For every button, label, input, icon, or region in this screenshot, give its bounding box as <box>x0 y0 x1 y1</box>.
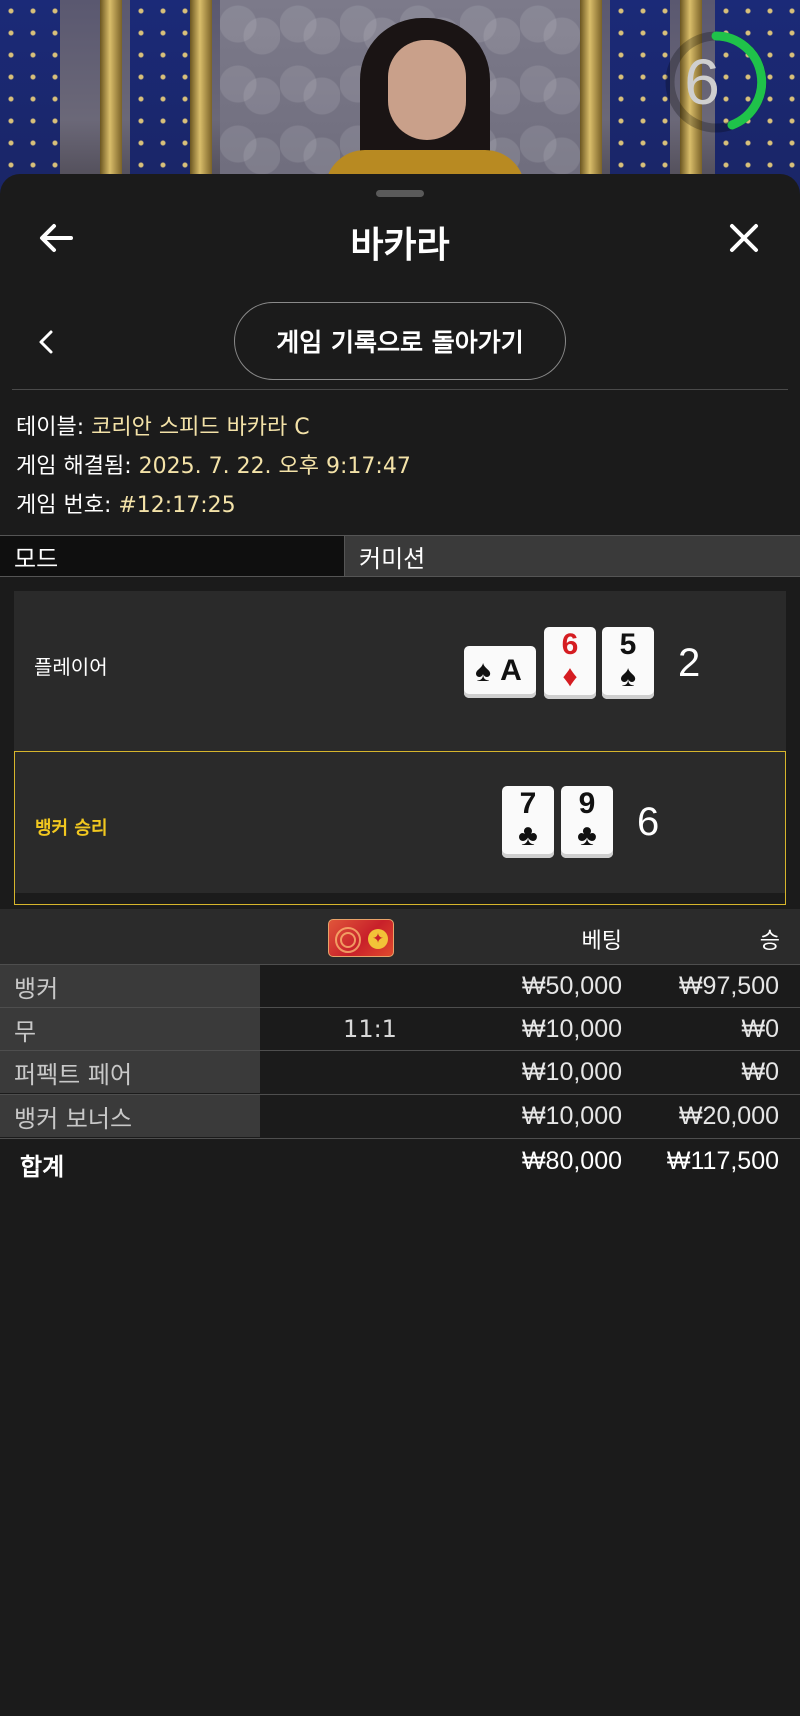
countdown-value: 6 <box>684 46 720 118</box>
gold-pillar <box>190 0 212 200</box>
back-to-history-button[interactable]: 게임 기록으로 돌아가기 <box>234 302 566 380</box>
table-value: 코리안 스피드 바카라 C <box>91 415 310 440</box>
playing-card: 9 ♣ <box>561 786 613 858</box>
table-label: 테이블: <box>16 415 85 440</box>
table-row: 무 11:1 ₩10,000 ₩0 <box>0 1007 800 1050</box>
badge-pattern <box>340 932 356 948</box>
round-result: 플레이어 ♠ A 6 ♦ 5 ♠ 2 뱅커 승리 7 ♣ 9 ♣ 6 <box>14 591 786 905</box>
bet-odds <box>300 1051 440 1093</box>
total-bet-amount: ₩80,000 <box>521 1146 622 1175</box>
dealer-face <box>388 40 466 140</box>
game-number-label: 게임 번호: <box>16 493 112 518</box>
banker-total: 6 <box>637 800 660 844</box>
bet-amount: ₩50,000 <box>521 971 622 1000</box>
bet-odds <box>300 1095 440 1137</box>
win-amount: ₩20,000 <box>678 1101 779 1130</box>
win-amount: ₩97,500 <box>678 971 779 1000</box>
blue-wall-panel <box>0 0 60 200</box>
bet-name: 퍼펙트 페어 <box>0 1051 260 1093</box>
banker-hand: 뱅커 승리 7 ♣ 9 ♣ 6 <box>14 751 786 905</box>
red-envelope-bonus-icon: ✦ <box>328 919 394 957</box>
gold-pillar <box>580 0 602 200</box>
win-column-header: 승 <box>759 929 780 954</box>
game-number-value: #12:17:25 <box>118 493 236 518</box>
bet-name: 뱅커 <box>0 965 260 1007</box>
card-rank: 7 <box>519 787 537 820</box>
close-icon <box>730 224 758 252</box>
close-button[interactable] <box>720 214 768 262</box>
playing-card: 5 ♠ <box>602 627 654 699</box>
resolved-info: 게임 해결됨: 2025. 7. 22. 오후 9:17:47 <box>16 448 411 480</box>
bet-amount: ₩10,000 <box>521 1057 622 1086</box>
blue-wall-panel <box>130 0 190 200</box>
resolved-value: 2025. 7. 22. 오후 9:17:47 <box>138 454 411 479</box>
table-row: 뱅커 ₩50,000 ₩97,500 <box>0 964 800 1007</box>
chevron-left-icon <box>39 330 53 354</box>
coin-icon: ✦ <box>368 929 388 949</box>
card-rank: A <box>500 654 522 687</box>
page-title: 바카라 <box>350 225 450 266</box>
player-total: 2 <box>678 641 701 685</box>
bets-table-header: ✦ 베팅 승 <box>0 909 800 964</box>
playing-card: 6 ♦ <box>544 627 596 699</box>
table-row: 퍼펙트 페어 ₩10,000 ₩0 <box>0 1050 800 1093</box>
total-win-amount: ₩117,500 <box>666 1146 779 1175</box>
total-label: 합계 <box>20 1153 65 1181</box>
mode-value: 커미션 <box>345 536 800 576</box>
card-suit: ♦ <box>562 660 578 693</box>
card-rank: 5 <box>619 628 637 661</box>
card-rank: 6 <box>561 628 579 661</box>
game-number-info: 게임 번호: #12:17:25 <box>16 487 236 519</box>
bet-name: 무 <box>0 1008 260 1050</box>
card-suit: ♠ <box>620 660 636 693</box>
player-label: 플레이어 <box>34 655 108 679</box>
bet-column-header: 베팅 <box>581 929 622 954</box>
card-rank: 9 <box>578 787 596 820</box>
bet-amount: ₩10,000 <box>521 1101 622 1130</box>
bet-odds <box>300 965 440 1007</box>
banker-win-label: 뱅커 승리 <box>35 818 108 839</box>
mode-label: 모드 <box>0 536 345 576</box>
bet-odds: 11:1 <box>343 1015 397 1043</box>
playing-card: ♠ A <box>464 646 536 698</box>
table-row: 뱅커 보너스 ₩10,000 ₩20,000 <box>0 1094 800 1137</box>
live-video-feed: 6 <box>0 0 800 200</box>
divider <box>12 389 788 390</box>
mode-row: 모드 커미션 <box>0 535 800 577</box>
table-info: 테이블: 코리안 스피드 바카라 C <box>16 409 310 441</box>
total-row: 합계 ₩80,000 ₩117,500 <box>0 1138 800 1182</box>
bet-amount: ₩10,000 <box>521 1014 622 1043</box>
resolved-label: 게임 해결됨: <box>16 454 132 479</box>
player-hand: 플레이어 ♠ A 6 ♦ 5 ♠ 2 <box>14 591 786 743</box>
blue-wall-panel <box>610 0 670 200</box>
bet-name: 뱅커 보너스 <box>0 1095 260 1137</box>
playing-card: 7 ♣ <box>502 786 554 858</box>
gold-pillar <box>100 0 122 200</box>
win-amount: ₩0 <box>741 1014 780 1043</box>
sheet-drag-handle[interactable] <box>376 190 424 197</box>
card-suit: ♣ <box>518 819 538 852</box>
previous-round-button[interactable] <box>22 318 70 366</box>
card-suit: ♣ <box>577 819 597 852</box>
win-amount: ₩0 <box>741 1057 780 1086</box>
